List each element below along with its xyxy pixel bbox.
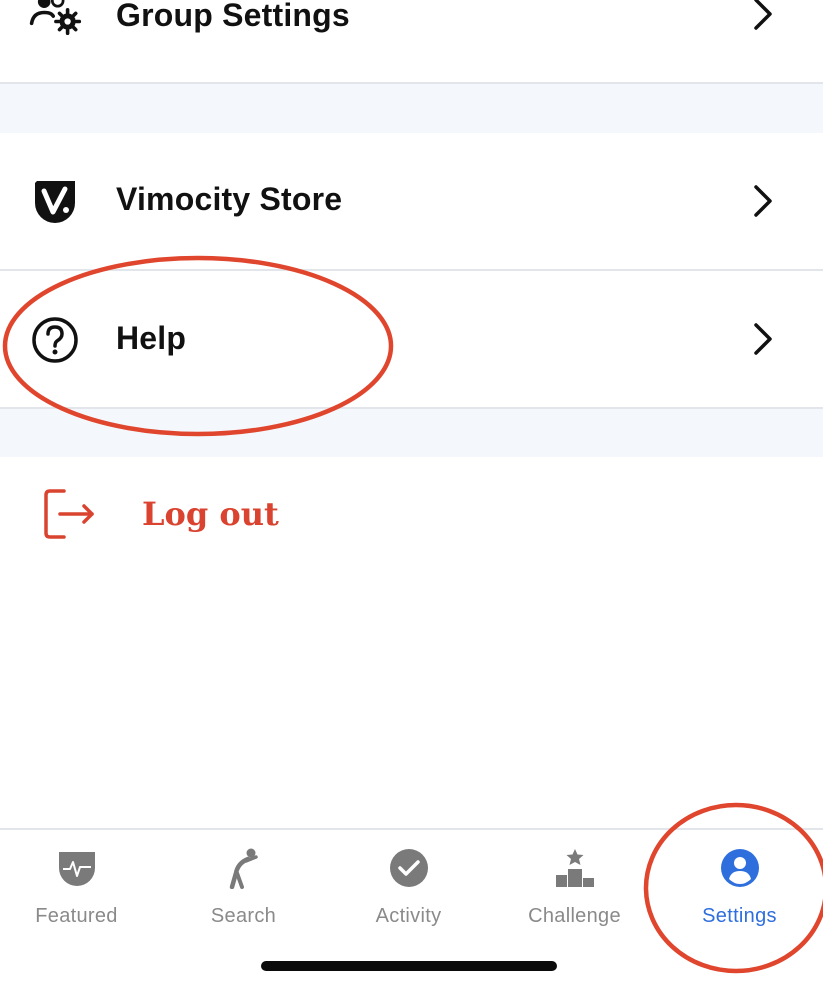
vimocity-store-row[interactable]: Vimocity Store	[0, 133, 823, 269]
logout-icon	[40, 485, 100, 545]
tab-settings[interactable]: Settings	[657, 830, 822, 950]
group-gear-icon	[28, 0, 82, 44]
check-circle-icon	[387, 846, 431, 890]
tab-label: Activity	[375, 905, 442, 927]
help-label: Help	[116, 320, 187, 356]
chevron-right-icon	[748, 319, 778, 359]
tab-featured[interactable]: Featured	[0, 830, 159, 950]
group-settings-row[interactable]: Group Settings	[0, 0, 823, 83]
tab-label: Featured	[35, 905, 118, 927]
chevron-right-icon	[748, 0, 778, 34]
help-row[interactable]: Help	[0, 271, 823, 407]
section-gap	[0, 409, 823, 457]
user-circle-icon	[718, 846, 762, 890]
tab-label: Challenge	[528, 905, 621, 927]
home-indicator	[261, 961, 557, 971]
logout-label: Log out	[142, 495, 279, 533]
logout-button[interactable]: Log out	[0, 457, 823, 573]
tab-label: Search	[210, 905, 277, 927]
tab-activity[interactable]: Activity	[326, 830, 491, 950]
stretch-figure-icon	[222, 846, 266, 890]
tab-search[interactable]: Search	[161, 830, 326, 950]
vimocity-logo-icon	[28, 174, 82, 228]
settings-screen: Group Settings Vimocity Store Help Log o…	[0, 0, 823, 987]
vimocity-store-label: Vimocity Store	[116, 181, 343, 217]
group-settings-label: Group Settings	[116, 0, 350, 33]
section-gap	[0, 84, 823, 133]
heartbeat-icon	[55, 846, 99, 890]
tab-challenge[interactable]: Challenge	[492, 830, 657, 950]
podium-icon	[553, 846, 597, 890]
question-circle-icon	[28, 313, 82, 367]
chevron-right-icon	[748, 181, 778, 221]
tab-label: Settings	[702, 905, 777, 927]
